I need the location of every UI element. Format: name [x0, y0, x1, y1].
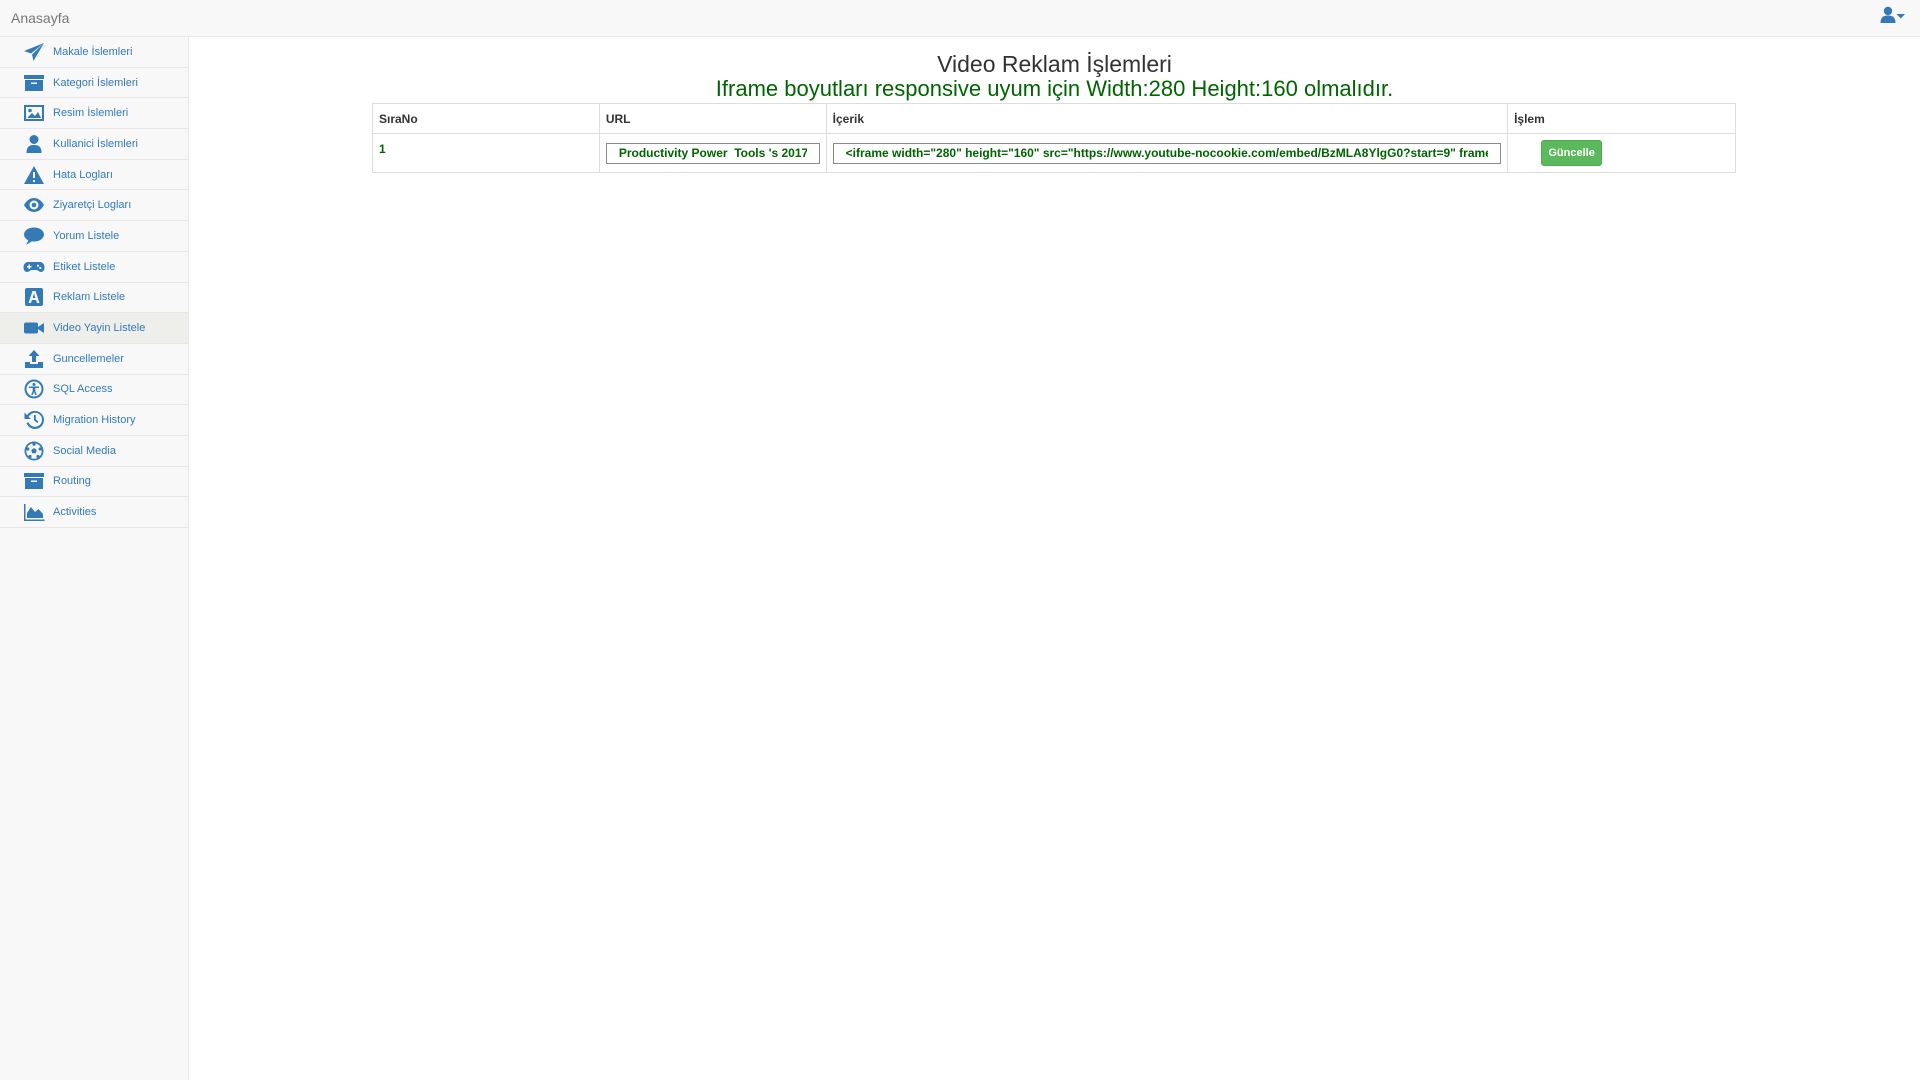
brand-link[interactable]: Anasayfa	[11, 10, 69, 26]
sidebar-item-activities[interactable]: Activities	[0, 497, 188, 528]
history-icon	[22, 410, 46, 430]
sidebar-item-label: Makale İslemleri	[53, 45, 133, 58]
sidebar: Makale İslemleri Kategori İslemleri Resi…	[0, 37, 189, 1080]
header-sirano: SıraNo	[372, 103, 600, 134]
video-ads-table: SıraNo URL İçerik İşlem 1 Güncelle	[372, 103, 1736, 173]
update-button[interactable]: Güncelle	[1541, 140, 1603, 166]
row-url-cell	[598, 133, 827, 173]
sidebar-item-etiket[interactable]: Etiket Listele	[0, 252, 188, 283]
area-chart-icon	[22, 502, 46, 522]
sidebar-item-resim[interactable]: Resim İslemleri	[0, 98, 188, 130]
sidebar-item-label: Hata Logları	[53, 168, 113, 181]
sidebar-item-reklam[interactable]: Reklam Listele	[0, 283, 188, 314]
sidebar-item-video-yayin[interactable]: Video Yayin Listele	[0, 313, 188, 344]
archive-icon	[22, 73, 46, 93]
video-camera-icon	[22, 318, 46, 338]
top-navbar: Anasayfa	[0, 0, 1920, 37]
upload-icon	[22, 349, 46, 369]
sidebar-item-label: Guncellemeler	[53, 352, 124, 365]
sidebar-item-guncellemeler[interactable]: Guncellemeler	[0, 344, 188, 375]
accessibility-icon	[22, 379, 46, 399]
sidebar-item-makale[interactable]: Makale İslemleri	[0, 37, 188, 68]
warning-icon	[22, 165, 46, 185]
sidebar-item-routing[interactable]: Routing	[0, 467, 188, 498]
sidebar-item-sql-access[interactable]: SQL Access	[0, 375, 188, 406]
archive-icon	[22, 471, 46, 491]
sidebar-item-label: Migration History	[53, 414, 136, 427]
sidebar-item-hata-loglari[interactable]: Hata Logları	[0, 160, 188, 191]
sidebar-item-label: SQL Access	[53, 383, 113, 396]
sidebar-item-kategori[interactable]: Kategori İslemleri	[0, 68, 188, 99]
main-content: Video Reklam İşlemleri Iframe boyutları …	[189, 37, 1920, 1080]
row-sirano: 1	[372, 133, 600, 173]
sidebar-item-label: Etiket Listele	[53, 260, 116, 273]
table-row: 1 Güncelle	[372, 133, 1736, 173]
page-title: Video Reklam İşlemleri	[937, 51, 1172, 77]
header-url: URL	[598, 103, 827, 134]
paper-plane-icon	[22, 42, 46, 62]
icerik-input[interactable]	[832, 142, 1502, 164]
header-islem: İşlem	[1507, 103, 1736, 134]
sidebar-item-yorum[interactable]: Yorum Listele	[0, 221, 188, 252]
sidebar-item-label: Reklam Listele	[53, 291, 126, 304]
sidebar-item-label: Kategori İslemleri	[53, 76, 138, 89]
sidebar-item-label: Yorum Listele	[53, 229, 120, 242]
sidebar-item-label: Social Media	[53, 444, 116, 457]
sidebar-item-label: Activities	[53, 506, 97, 519]
sidebar-item-label: Kullanici İslemleri	[53, 137, 138, 150]
sidebar-item-label: Ziyaretçi Logları	[53, 199, 132, 212]
url-input[interactable]	[605, 142, 820, 164]
gamepad-icon	[22, 257, 46, 277]
picture-icon	[22, 103, 46, 123]
user-dropdown-icon[interactable]	[1880, 6, 1906, 26]
row-islem-cell: Güncelle	[1507, 133, 1736, 173]
row-icerik-cell	[825, 133, 1509, 173]
sidebar-item-social-media[interactable]: Social Media	[0, 436, 188, 467]
sidebar-item-label: Routing	[53, 475, 91, 488]
sidebar-item-kullanici[interactable]: Kullanici İslemleri	[0, 129, 188, 160]
user-icon	[22, 134, 46, 154]
sidebar-item-migration-history[interactable]: Migration History	[0, 405, 188, 436]
page-subtitle: Iframe boyutları responsive uyum için Wi…	[715, 76, 1394, 101]
sidebar-item-label: Resim İslemleri	[53, 107, 129, 120]
header-icerik: İçerik	[825, 103, 1509, 134]
eye-icon	[22, 195, 46, 215]
soccer-ball-icon	[22, 441, 46, 461]
sidebar-item-label: Video Yayin Listele	[53, 322, 146, 335]
sidebar-item-ziyaretci-loglari[interactable]: Ziyaretçi Logları	[0, 190, 188, 222]
comment-icon	[22, 226, 46, 246]
table-header-row: SıraNo URL İçerik İşlem	[372, 103, 1736, 134]
font-icon	[22, 287, 46, 307]
